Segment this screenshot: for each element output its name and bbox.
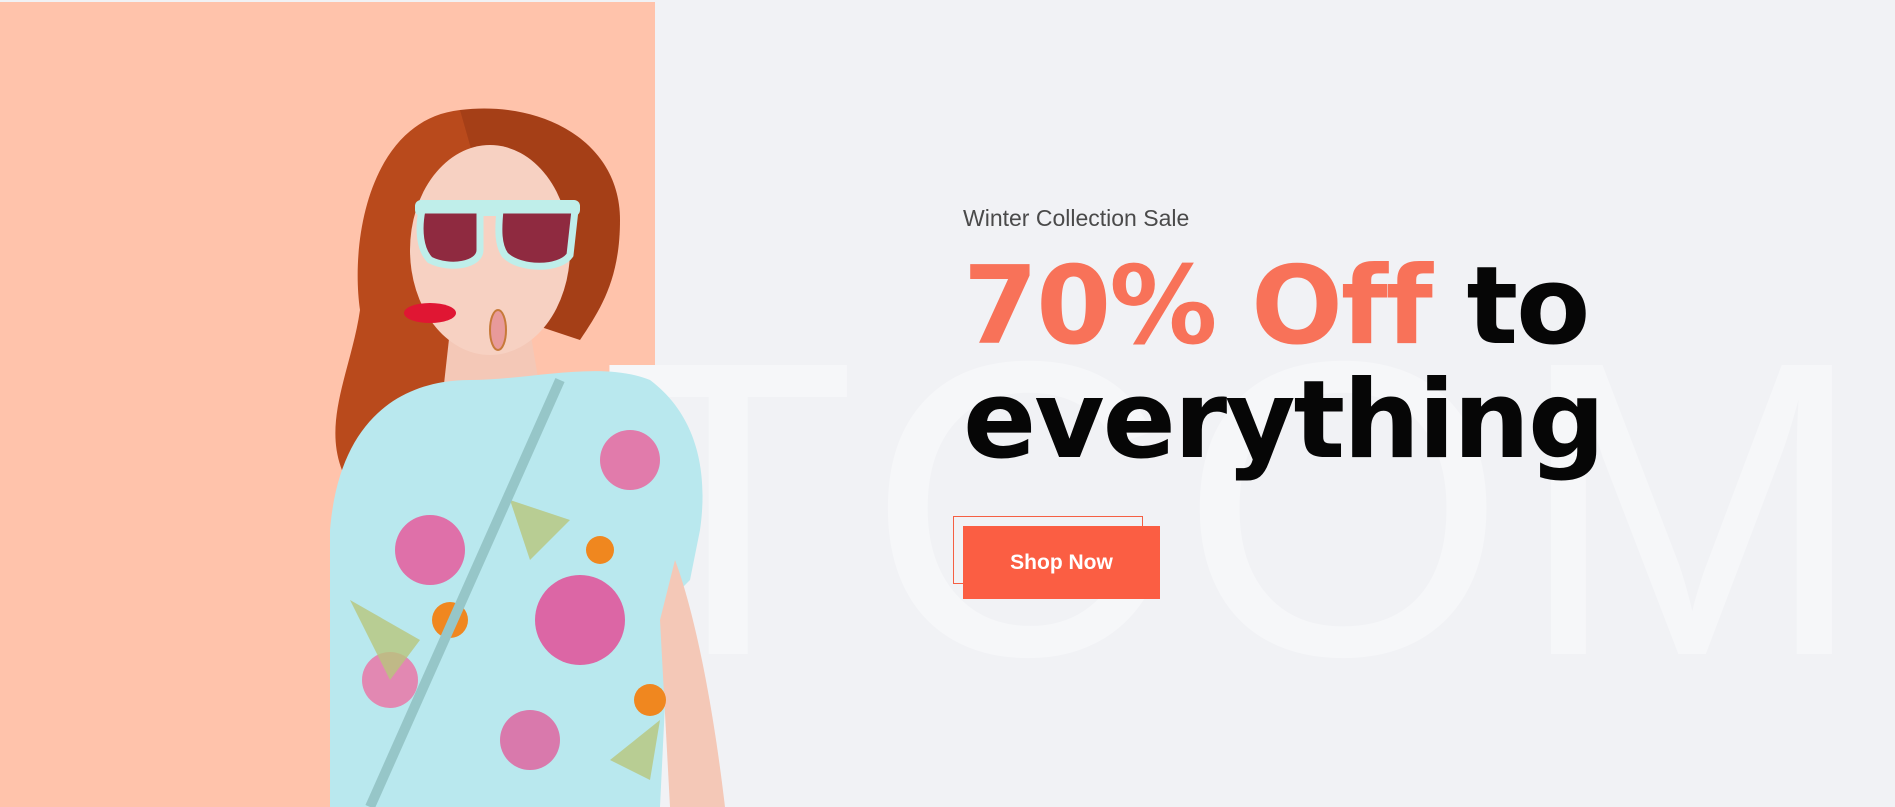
shop-now-button[interactable]: Shop Now — [963, 526, 1160, 599]
eyebrow-text: Winter Collection Sale — [963, 205, 1190, 231]
headline-line1-rest: to — [1466, 244, 1591, 369]
headline-accent: 70% Off — [963, 244, 1433, 369]
model-photo — [330, 80, 930, 807]
cta-wrapper: Shop Now — [953, 516, 1163, 602]
headline-line2: everything — [963, 358, 1605, 483]
headline: 70% Off to everything — [963, 250, 1605, 478]
promo-copy: Winter Collection Sale 70% Off to everyt… — [953, 205, 1605, 602]
hero-banner: TCOM Winter Collection Sale 70% Off to e… — [0, 0, 1895, 807]
